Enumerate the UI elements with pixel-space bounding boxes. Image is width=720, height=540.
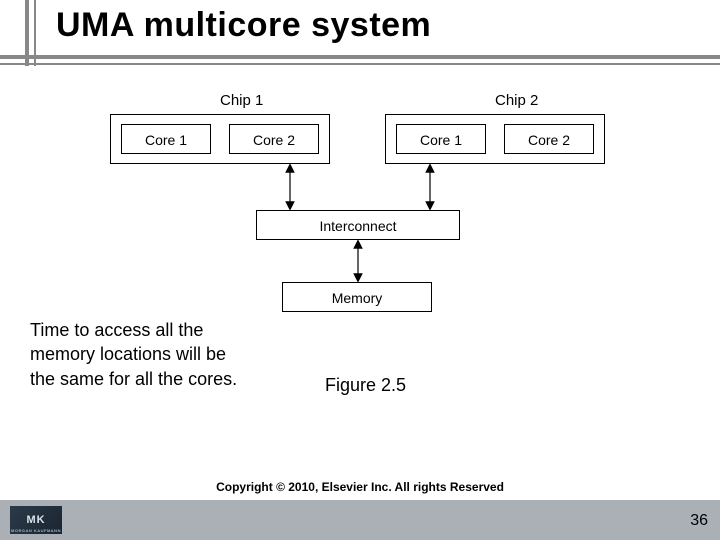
- title-area: UMA multicore system: [26, 6, 431, 45]
- title-rule-thick: [0, 55, 720, 59]
- chip1-box: Core 1 Core 2: [110, 114, 330, 164]
- chip2-box: Core 1 Core 2: [385, 114, 605, 164]
- logo-text: MK: [26, 514, 45, 526]
- slide: UMA multicore system Chip 1 Chip 2 Core …: [0, 0, 720, 540]
- footer-bar: MK MORGAN KAUFMANN 36: [0, 500, 720, 540]
- chip1-label: Chip 1: [220, 92, 263, 109]
- note-text: Time to access all the memory locations …: [30, 318, 240, 391]
- chip1-core2: Core 2: [229, 124, 319, 154]
- logo-subtext: MORGAN KAUFMANN: [11, 528, 61, 533]
- memory-box: Memory: [282, 282, 432, 312]
- chip2-core1: Core 1: [396, 124, 486, 154]
- publisher-logo: MK MORGAN KAUFMANN: [10, 506, 62, 534]
- chip2-label: Chip 2: [495, 92, 538, 109]
- interconnect-box: Interconnect: [256, 210, 460, 240]
- chip2-core2: Core 2: [504, 124, 594, 154]
- slide-title: UMA multicore system: [26, 6, 431, 45]
- figure-label: Figure 2.5: [325, 375, 406, 396]
- page-number: 36: [690, 512, 708, 530]
- copyright-text: Copyright © 2010, Elsevier Inc. All righ…: [0, 480, 720, 494]
- chip1-core1: Core 1: [121, 124, 211, 154]
- title-rule-thin: [0, 63, 720, 65]
